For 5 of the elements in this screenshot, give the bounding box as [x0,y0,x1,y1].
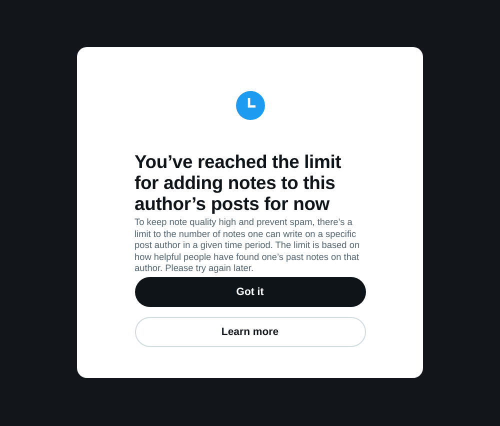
dialog-message: To keep note quality high and prevent spam, there’s a limit to the number of notes one can write on a specific post author in a given time period. The limit is based on how helpful people have found one’s past notes on that author. Please try again later. [134,217,361,275]
clock-icon [236,91,264,120]
dialog-title: You’ve reached the limit for adding notes to this author’s posts for now [134,151,342,214]
confirm-button[interactable]: Got it [134,276,366,307]
learn-more-button[interactable]: Learn more [134,316,366,347]
